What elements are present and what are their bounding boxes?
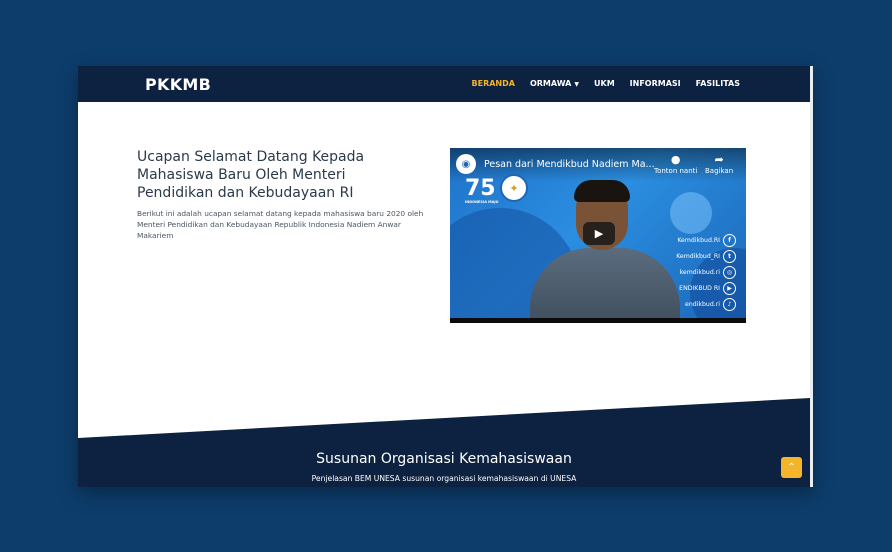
social-youtube: ENDIKBUD RI ▶ bbox=[676, 280, 736, 296]
social-label: kemdikbud.ri bbox=[679, 268, 720, 276]
chevron-up-icon: ⌃ bbox=[787, 462, 796, 473]
nav-ukm-label: UKM bbox=[594, 79, 615, 88]
indonesia-75-logo: 75 INDONESIA MAJU bbox=[465, 176, 499, 204]
scrollbar[interactable] bbox=[810, 66, 813, 487]
social-instagram: kemdikbud.ri ◎ bbox=[676, 264, 736, 280]
kemdikbud-emblem-icon: ✦ bbox=[500, 174, 528, 202]
chevron-down-icon: ▼ bbox=[574, 81, 579, 88]
social-label: Kemdikbud.RI bbox=[677, 236, 720, 244]
tiktok-icon: ♪ bbox=[723, 297, 736, 311]
logo-subtitle: INDONESIA MAJU bbox=[465, 200, 499, 204]
nav-menu: BERANDA ORMAWA ▼ UKM INFORMASI FASILITAS bbox=[472, 79, 741, 88]
back-to-top-button[interactable]: ⌃ bbox=[781, 457, 802, 478]
social-label: Kemdikbud_RI bbox=[676, 252, 720, 260]
nav-informasi[interactable]: INFORMASI bbox=[630, 79, 681, 88]
brand-logo[interactable]: PKKMB bbox=[145, 75, 211, 94]
play-button[interactable]: ▶ bbox=[583, 222, 615, 245]
browser-page: PKKMB BERANDA ORMAWA ▼ UKM INFORMASI FASI… bbox=[78, 66, 813, 487]
video-speaker-thumbnail bbox=[530, 178, 680, 323]
watch-later-button[interactable]: ● Tonton nanti bbox=[654, 153, 698, 176]
logo-number: 75 bbox=[465, 176, 496, 201]
share-button[interactable]: ➦ Bagikan bbox=[705, 153, 734, 176]
nav-beranda-label: BERANDA bbox=[471, 79, 515, 88]
share-label: Bagikan bbox=[705, 167, 734, 175]
nav-beranda[interactable]: BERANDA bbox=[472, 79, 515, 88]
instagram-icon: ◎ bbox=[723, 265, 736, 279]
nav-ukm[interactable]: UKM bbox=[594, 79, 615, 88]
social-label: endikbud.ri bbox=[685, 300, 720, 308]
nav-fasilitas[interactable]: FASILITAS bbox=[696, 79, 740, 88]
hero-description: Berikut ini adalah ucapan selamat datang… bbox=[137, 209, 424, 240]
section-title: Susunan Organisasi Kemahasiswaan bbox=[316, 451, 572, 467]
nav-informasi-label: INFORMASI bbox=[629, 79, 681, 88]
social-handles: Kemdikbud.RI f Kemdikbud_RI t kemdikbud.ri… bbox=[676, 232, 736, 312]
youtube-icon: ▶ bbox=[723, 281, 736, 295]
navbar: PKKMB BERANDA ORMAWA ▼ UKM INFORMASI FASI… bbox=[78, 66, 810, 102]
clock-icon: ● bbox=[670, 153, 681, 166]
video-title[interactable]: Pesan dari Mendikbud Nadiem Ma... bbox=[484, 159, 655, 170]
youtube-video-embed[interactable]: ◉ Pesan dari Mendikbud Nadiem Ma... ● To… bbox=[450, 148, 746, 323]
twitter-icon: t bbox=[723, 249, 736, 263]
social-facebook: Kemdikbud.RI f bbox=[676, 232, 736, 248]
channel-avatar-icon[interactable]: ◉ bbox=[456, 154, 476, 174]
facebook-icon: f bbox=[723, 233, 736, 247]
nav-ormawa[interactable]: ORMAWA ▼ bbox=[530, 79, 579, 88]
nav-fasilitas-label: FASILITAS bbox=[695, 79, 740, 88]
social-twitter: Kemdikbud_RI t bbox=[676, 248, 736, 264]
share-icon: ➦ bbox=[714, 153, 724, 166]
nav-ormawa-label: ORMAWA bbox=[529, 79, 572, 88]
social-tiktok: endikbud.ri ♪ bbox=[676, 296, 736, 312]
watch-later-label: Tonton nanti bbox=[654, 167, 698, 175]
play-icon: ▶ bbox=[594, 227, 604, 240]
social-label: ENDIKBUD RI bbox=[679, 284, 720, 292]
video-progress-bar bbox=[450, 318, 746, 323]
section-subtitle: Penjelasan BEM UNESA susunan organisasi … bbox=[311, 474, 577, 483]
hero-title: Ucapan Selamat Datang Kepada Mahasiswa B… bbox=[137, 149, 365, 201]
